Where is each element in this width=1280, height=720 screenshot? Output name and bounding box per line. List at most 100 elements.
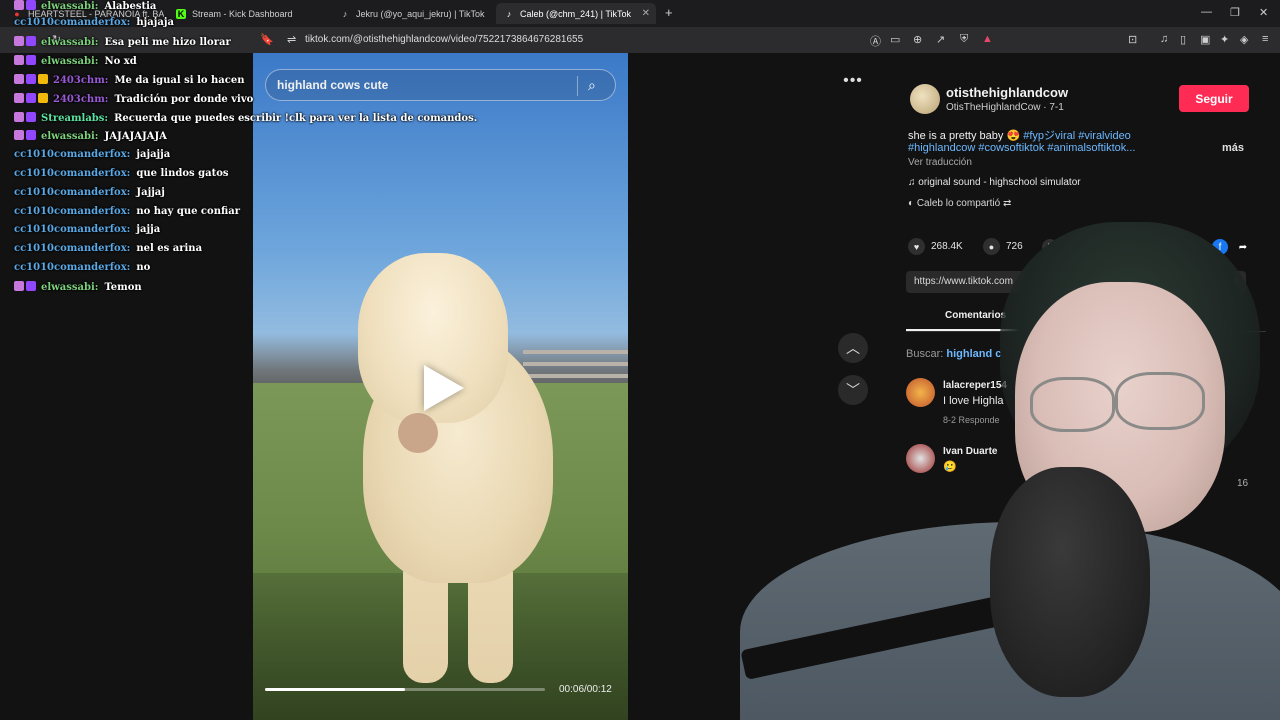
badge-icon xyxy=(14,112,24,122)
chat-username: Streamlabs: xyxy=(41,113,109,124)
tab-tiktok-jekru[interactable]: ♪ Jekru (@yo_aqui_jekru) | TikTok xyxy=(332,3,492,24)
badge-icon xyxy=(14,0,24,10)
chat-text: JAJAJAJAJA xyxy=(104,131,167,142)
chat-username: elwassabi: xyxy=(41,1,99,12)
shared-by-row[interactable]: ◐ Caleb lo compartió ⇄ xyxy=(908,198,1011,209)
chat-username: 2403chm: xyxy=(53,75,109,86)
hashtags-line2[interactable]: #highlandcow #cowsoftiktok #animalsoftik… xyxy=(908,142,1135,154)
badge-icon xyxy=(26,0,36,10)
chat-message: 2403chm: Tradición por donde vivo xyxy=(14,93,253,105)
site-info-icon[interactable]: ⇌ xyxy=(287,33,296,46)
restore-icon[interactable]: ❐ xyxy=(1230,6,1240,19)
chat-message: Streamlabs: Recuerda que puedes escribir … xyxy=(14,112,477,124)
highland-cow-image xyxy=(343,253,553,683)
chat-message: elwassabi: Temon xyxy=(14,281,142,293)
translate-icon[interactable]: Ⓐ xyxy=(870,33,881,49)
chat-message: cc1010comanderfox: no hay que confiar xyxy=(14,206,240,217)
url-input[interactable]: tiktok.com/@otisthehighlandcow/video/752… xyxy=(305,34,583,45)
cast-icon[interactable]: ▭ xyxy=(890,33,900,46)
chat-text: Recuerda que puedes escribir !clk para v… xyxy=(114,113,478,124)
tiktok-icon: ♪ xyxy=(342,8,348,19)
bookmark-icon[interactable]: 🔖 xyxy=(260,33,274,46)
music-icon[interactable]: ♫ xyxy=(1160,33,1168,45)
webcam-glasses xyxy=(1115,372,1205,430)
badge-icon xyxy=(14,74,24,84)
video-progress-fill xyxy=(265,688,405,691)
chat-username: cc1010comanderfox: xyxy=(14,17,131,28)
close-window-icon[interactable]: ✕ xyxy=(1259,6,1268,19)
chat-text: jajajja xyxy=(136,149,171,160)
translate-link[interactable]: Ver traducción xyxy=(908,157,972,168)
badge-icon xyxy=(14,281,24,291)
chat-username: cc1010comanderfox: xyxy=(14,262,131,273)
play-icon[interactable] xyxy=(424,365,464,411)
chat-message: elwassabi: JAJAJAJAJA xyxy=(14,130,167,142)
chat-badges xyxy=(14,130,38,142)
sidebar-icon[interactable]: ▯ xyxy=(1180,33,1186,46)
repost-user-icon: ◐ xyxy=(908,198,917,209)
chat-text: nel es arina xyxy=(136,243,203,254)
shield-icon[interactable]: ⛨ xyxy=(960,33,968,46)
chat-username: cc1010comanderfox: xyxy=(14,187,131,198)
chat-username: cc1010comanderfox: xyxy=(14,168,131,179)
sound-row[interactable]: ♫ original sound - highschool simulator xyxy=(908,177,1081,188)
chat-badges xyxy=(14,55,38,67)
chat-message: cc1010comanderfox: que lindos gatos xyxy=(14,168,229,179)
kick-icon: K xyxy=(176,8,186,19)
chat-message: cc1010comanderfox: jajajja xyxy=(14,149,170,160)
screen: { "tabs": [ {"title": "HEARTSTEEL - PARA… xyxy=(0,0,1280,720)
badge-icon xyxy=(26,112,36,122)
badge-icon xyxy=(26,74,36,84)
screenshot-icon[interactable]: ⊡ xyxy=(1128,33,1137,46)
search-input[interactable]: highland cows cute xyxy=(277,78,388,92)
close-icon[interactable]: ✕ xyxy=(642,8,650,19)
share-icon[interactable]: ↗ xyxy=(936,33,945,46)
vpn-icon[interactable]: ◈ xyxy=(1240,33,1248,46)
follow-button[interactable]: Seguir xyxy=(1179,85,1249,112)
chat-message: cc1010comanderfox: nel es arina xyxy=(14,243,202,254)
tiktok-icon: ♪ xyxy=(506,8,512,19)
chat-text: Jajjaj xyxy=(136,187,165,198)
chat-text: no xyxy=(136,262,151,273)
badge-icon xyxy=(26,130,36,140)
webcam-overlay xyxy=(700,222,1280,720)
more-options-icon[interactable]: ••• xyxy=(842,73,864,90)
new-tab-button[interactable]: + xyxy=(665,5,673,20)
tab-title: Stream - Kick Dashboard xyxy=(192,8,293,19)
chat-username: elwassabi: xyxy=(41,37,99,48)
badge-icon xyxy=(14,36,24,46)
badge-icon xyxy=(14,93,24,103)
ai-icon[interactable]: ✦ xyxy=(1220,33,1229,46)
chat-badges xyxy=(14,74,50,86)
minimize-icon[interactable]: — xyxy=(1201,6,1212,18)
badge-icon xyxy=(38,74,48,84)
badge-icon xyxy=(26,36,36,46)
badge-icon xyxy=(38,93,48,103)
browser-tab-bar: ● HEARTSTEEL - PARANOIA ft. BAEKHY K Str… xyxy=(0,0,1280,27)
video-progress-bar[interactable] xyxy=(265,688,545,691)
creator-username[interactable]: otisthehighlandcow xyxy=(946,85,1068,100)
chat-message: elwassabi: No xd xyxy=(14,55,137,67)
avatar[interactable] xyxy=(910,84,940,114)
chat-username: cc1010comanderfox: xyxy=(14,149,131,160)
chat-text: Me da igual si lo hacen xyxy=(114,75,245,86)
rewards-icon[interactable]: ▲ xyxy=(982,33,993,45)
more-link[interactable]: más xyxy=(1222,142,1244,154)
tiktok-search-bar[interactable]: highland cows cute ⌕ xyxy=(265,69,616,101)
repost-icon: ⇄ xyxy=(1002,198,1012,209)
zoom-icon[interactable]: ⊕ xyxy=(913,33,922,46)
music-note-icon: ♫ xyxy=(908,177,919,188)
search-icon[interactable]: ⌕ xyxy=(588,77,596,94)
tab-title: Jekru (@yo_aqui_jekru) | TikTok xyxy=(356,8,485,19)
hashtags-line1[interactable]: #fypジviral #viralvideo xyxy=(1023,130,1131,142)
wallet-icon[interactable]: ▣ xyxy=(1200,33,1210,46)
webcam-glasses xyxy=(1030,377,1115,432)
badge-icon xyxy=(14,130,24,140)
chat-message: cc1010comanderfox: Jajjaj xyxy=(14,187,165,198)
menu-icon[interactable]: ≡ xyxy=(1262,33,1268,45)
tab-tiktok-caleb[interactable]: ♪ Caleb (@chm_241) | TikTok ✕ xyxy=(496,3,656,24)
chat-text: jajja xyxy=(136,224,161,235)
chat-message: elwassabi: Alabestia xyxy=(14,0,156,12)
chat-text: Alabestia xyxy=(104,1,157,12)
tab-kick-dashboard[interactable]: K Stream - Kick Dashboard xyxy=(168,3,328,24)
